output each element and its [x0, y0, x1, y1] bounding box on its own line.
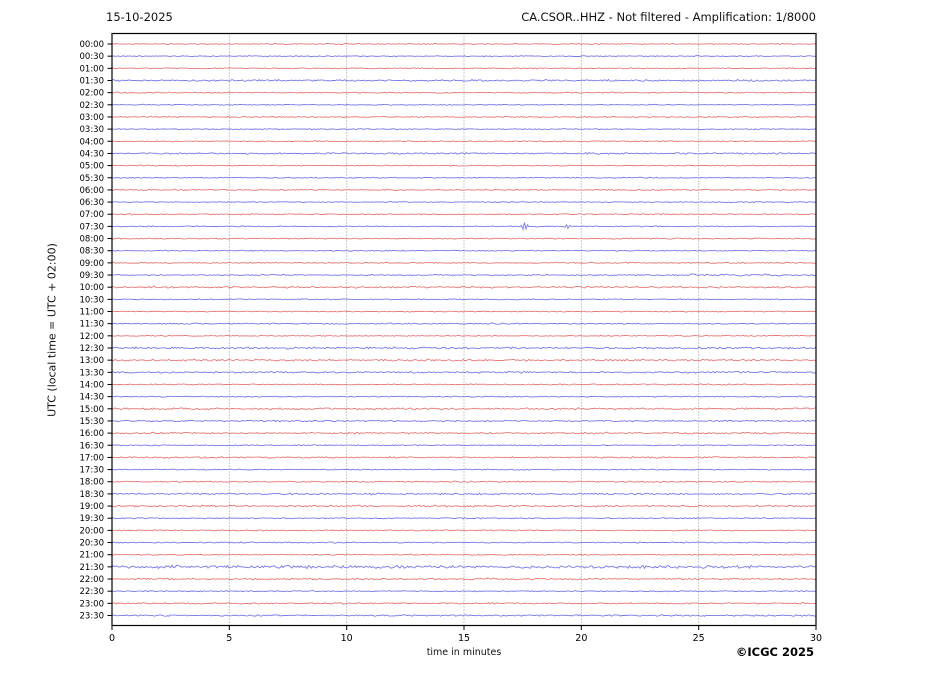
trace-row — [111, 188, 816, 192]
y-tick-label: 03:30 — [80, 125, 105, 135]
trace-row — [111, 151, 816, 155]
x-tick-label: 20 — [575, 633, 587, 644]
trace-row — [111, 55, 816, 58]
y-tick-label: 23:30 — [80, 612, 105, 622]
y-tick-label: 17:30 — [80, 466, 105, 476]
y-tick-label: 03:00 — [80, 113, 105, 123]
y-tick-label: 02:30 — [80, 101, 105, 111]
y-tick-label: 18:00 — [80, 478, 105, 488]
trace-row — [112, 298, 816, 301]
trace-row — [111, 261, 816, 265]
x-axis-label: time in minutes — [426, 647, 502, 658]
x-tick-label: 25 — [693, 633, 705, 644]
x-tick-label: 15 — [458, 633, 470, 644]
y-tick-label: 06:30 — [80, 198, 105, 208]
y-tick-label: 13:30 — [80, 368, 105, 378]
y-tick-label: 07:00 — [80, 210, 105, 220]
y-tick-label: 21:30 — [80, 563, 105, 573]
helicorder-plot: 00:00 00:30 01:00 01:30 02:00 02:30 03:00 03:30… — [80, 32, 822, 644]
y-tick-label: 18:30 — [80, 490, 105, 500]
y-tick-label: 14:30 — [80, 393, 105, 403]
y-tick-label: 11:30 — [80, 320, 105, 330]
y-tick-label: 02:00 — [80, 89, 105, 99]
trace-row — [112, 395, 816, 398]
trace-row — [111, 529, 816, 532]
x-tick-label: 0 — [109, 633, 115, 644]
trace-row — [111, 468, 816, 471]
trace-row — [111, 334, 816, 337]
trace-row — [111, 577, 816, 581]
trace-row — [111, 419, 816, 423]
y-tick-label: 11:00 — [80, 308, 105, 318]
trace-row — [111, 176, 816, 179]
trace-row — [111, 431, 816, 435]
y-tick-label: 14:00 — [80, 381, 105, 391]
y-tick-label: 05:30 — [80, 174, 105, 184]
y-tick-label: 23:00 — [80, 599, 105, 609]
trace-row — [111, 237, 816, 240]
y-tick-label: 10:00 — [80, 283, 105, 293]
y-tick-label: 22:30 — [80, 587, 105, 597]
y-tick-label: 10:30 — [80, 295, 105, 305]
trace-row — [111, 78, 816, 82]
y-tick-label: 22:00 — [80, 575, 105, 585]
trace-row — [111, 541, 816, 544]
trace-row — [112, 383, 816, 386]
y-tick-label: 08:00 — [80, 235, 105, 245]
trace-row — [112, 128, 816, 131]
trace-row — [111, 91, 816, 94]
plot-border — [111, 32, 817, 627]
trace-row — [111, 249, 816, 252]
y-tick-label: 04:00 — [80, 137, 105, 147]
y-tick-label: 12:30 — [80, 344, 105, 354]
trace-row — [111, 480, 816, 483]
y-tick-label: 07:30 — [80, 222, 105, 232]
y-tick-label: 09:30 — [80, 271, 105, 281]
y-tick-label: 17:00 — [80, 453, 105, 463]
trace-row — [111, 322, 816, 325]
trace-row — [111, 67, 816, 70]
y-tick-label: 00:30 — [80, 52, 105, 62]
trace-row — [111, 517, 816, 520]
trace-row — [111, 407, 816, 411]
trace-row — [111, 602, 816, 605]
y-tick-label: 01:00 — [80, 64, 105, 74]
trace-row — [112, 164, 816, 167]
y-tick-label: 19:00 — [80, 502, 105, 512]
trace-row — [111, 103, 816, 106]
trace-row — [111, 310, 816, 313]
y-tick-label: 09:00 — [80, 259, 105, 269]
y-tick-label: 01:30 — [80, 77, 105, 87]
y-tick-label: 20:00 — [80, 526, 105, 536]
y-tick-label: 04:30 — [80, 149, 105, 159]
x-tick-label: 30 — [810, 633, 822, 644]
y-tick-label: 13:00 — [80, 356, 105, 366]
y-tick-label: 15:00 — [80, 405, 105, 415]
y-tick-label: 19:30 — [80, 514, 105, 524]
helicorder-page: 15-10-2025 CA.CSOR..HHZ - Not filtered -… — [0, 0, 927, 696]
trace-row — [111, 115, 816, 119]
trace-row — [111, 42, 816, 46]
y-tick-label: 16:30 — [80, 441, 105, 451]
y-tick-label: 08:30 — [80, 247, 105, 257]
copyright-label: ©ICGC 2025 — [735, 645, 814, 659]
y-tick-label: 20:30 — [80, 539, 105, 549]
y-tick-label: 15:30 — [80, 417, 105, 427]
y-tick-label: 16:00 — [80, 429, 105, 439]
trace-row — [112, 200, 816, 204]
y-tick-label: 06:00 — [80, 186, 105, 196]
trace-row — [111, 553, 816, 556]
x-tick-label: 5 — [226, 633, 232, 644]
y-tick-label: 00:00 — [80, 40, 105, 50]
y-tick-label: 05:00 — [80, 162, 105, 172]
x-tick-label: 10 — [341, 633, 353, 644]
y-tick-label: 12:00 — [80, 332, 105, 342]
trace-row — [111, 285, 816, 289]
y-tick-label: 21:00 — [80, 551, 105, 561]
